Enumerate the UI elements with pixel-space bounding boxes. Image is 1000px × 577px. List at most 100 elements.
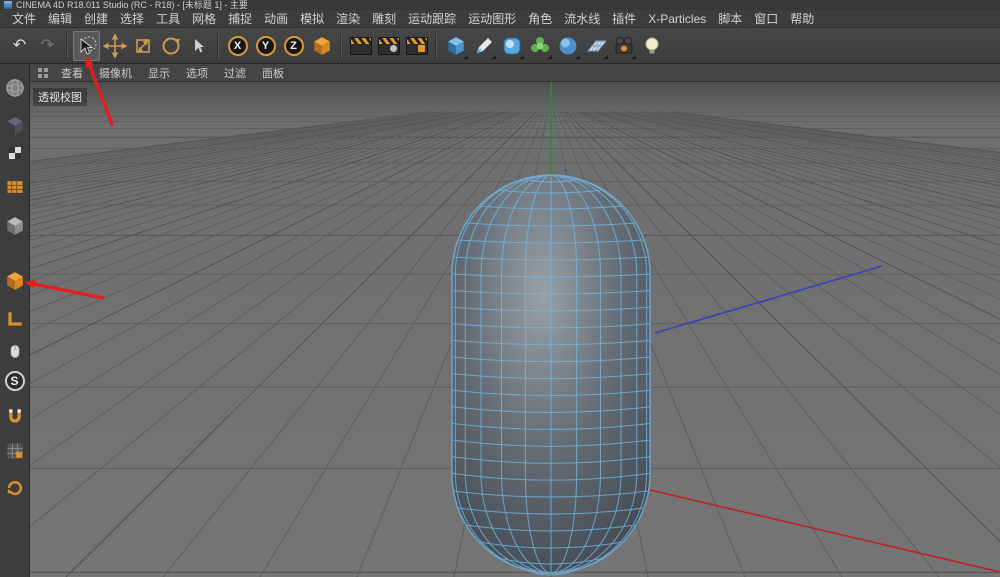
viewport-label[interactable]: 透视校图 [33,88,87,106]
menu-xparticles[interactable]: X-Particles [642,12,712,26]
workspace: S 查看 摄像机 显示 选项 过滤 面板 [0,64,1000,577]
spline-pen-icon [473,35,495,57]
window-title: CINEMA 4D R18.011 Studio (RC - R18) - [未… [16,0,248,10]
coordinate-system-button[interactable] [308,31,335,61]
menu-create[interactable]: 创建 [78,10,114,27]
vp-menu-filter[interactable]: 过滤 [217,65,253,81]
menu-character[interactable]: 角色 [522,10,558,27]
generator-icon [501,35,523,57]
move-icon [103,34,127,58]
vp-menu-panel[interactable]: 面板 [255,65,291,81]
lock-z-axis-button[interactable]: Z [280,31,307,61]
last-tool-button[interactable] [185,31,212,61]
y-axis-icon: Y [256,36,276,56]
toolbar-separator [217,33,219,59]
sidebar-model-cube-button[interactable] [2,113,27,138]
toolbar-separator [435,33,437,59]
live-selection-button[interactable] [73,31,100,61]
gray-cube-icon [5,216,25,236]
dynamics-button[interactable] [554,31,581,61]
vp-menu-options[interactable]: 选项 [179,65,215,81]
main-toolbar: ↶ ↷ X Y Z [0,28,1000,64]
redo-icon: ↷ [41,38,54,54]
menu-window[interactable]: 窗口 [748,10,784,27]
sidebar-globe-button[interactable] [2,75,27,100]
menu-edit[interactable]: 编辑 [42,10,78,27]
viewport-column: 查看 摄像机 显示 选项 过滤 面板 [30,64,1000,577]
menu-file[interactable]: 文件 [6,10,42,27]
vp-menu-view[interactable]: 查看 [54,65,90,81]
z-axis-icon: Z [284,36,304,56]
lock-y-axis-button[interactable]: Y [252,31,279,61]
render-view-button[interactable] [347,31,374,61]
menu-sculpt[interactable]: 雕刻 [366,10,402,27]
sidebar-ruler-button[interactable] [2,306,27,331]
x-axis-icon: X [228,36,248,56]
menu-select[interactable]: 选择 [114,10,150,27]
render-picture-viewer-icon [378,37,400,55]
left-toolbar: S [0,64,30,577]
lock-x-axis-button[interactable]: X [224,31,251,61]
menu-motion-tracker[interactable]: 运动跟踪 [402,10,462,27]
menu-snap[interactable]: 捕捉 [222,10,258,27]
menu-mograph[interactable]: 运动图形 [462,10,522,27]
menu-mesh[interactable]: 网格 [186,10,222,27]
sidebar-object-cube-button[interactable] [2,213,27,238]
move-tool-button[interactable] [101,31,128,61]
viewport-menubar: 查看 摄像机 显示 选项 过滤 面板 [30,64,1000,82]
orange-cube-icon [5,271,25,291]
rotate-orange-icon [5,478,25,498]
camera-button[interactable] [610,31,637,61]
camera-icon [612,35,636,57]
mograph-icon [529,35,551,57]
menu-tools[interactable]: 工具 [150,10,186,27]
s-badge-icon: S [5,371,25,391]
x-axis-line [650,490,1000,572]
rotate-icon [159,34,183,58]
menu-animate[interactable]: 动画 [258,10,294,27]
titlebar: CINEMA 4D R18.011 Studio (RC - R18) - [未… [0,0,1000,10]
rotate-tool-button[interactable] [157,31,184,61]
menu-pipeline[interactable]: 流水线 [558,10,606,27]
undo-icon: ↶ [13,38,26,54]
sidebar-texture-grid-button[interactable] [2,174,27,199]
sidebar-render-flag-button[interactable] [2,140,27,165]
mouse-icon [5,341,25,361]
light-button[interactable] [638,31,665,61]
sidebar-snap-button[interactable]: S [2,368,27,393]
sidebar-workplane-lock-button[interactable] [2,438,27,463]
sidebar-rotate-workplane-button[interactable] [2,475,27,500]
scale-tool-button[interactable] [129,31,156,61]
lock-grid-icon [5,441,25,461]
floor-grid-icon [584,35,608,57]
undo-button[interactable]: ↶ [6,31,33,61]
render-picture-viewer-button[interactable] [375,31,402,61]
app-icon [4,1,12,9]
floor-button[interactable] [582,31,609,61]
globe-grid-icon [4,77,26,99]
menu-plugins[interactable]: 插件 [606,10,642,27]
light-bulb-icon [641,35,663,57]
render-settings-button[interactable] [403,31,430,61]
primitive-cube-button[interactable] [442,31,469,61]
sidebar-magnet-button[interactable] [2,403,27,428]
vp-menu-display[interactable]: 显示 [141,65,177,81]
sidebar-orange-cube-button[interactable] [2,268,27,293]
redo-button[interactable]: ↷ [34,31,61,61]
viewport-canvas[interactable] [30,82,1000,577]
spline-pen-button[interactable] [470,31,497,61]
render-view-icon [350,37,372,55]
menu-simulate[interactable]: 模拟 [294,10,330,27]
viewport-menu-grid-button[interactable] [34,67,52,79]
viewport-3d[interactable]: 透视校图 [30,82,1000,577]
grid-dots-icon [37,67,49,79]
generator-button[interactable] [498,31,525,61]
primitive-cube-icon [446,36,466,56]
vp-menu-cameras[interactable]: 摄像机 [92,65,139,81]
menu-script[interactable]: 脚本 [712,10,748,27]
mograph-button[interactable] [526,31,553,61]
menu-help[interactable]: 帮助 [784,10,820,27]
sidebar-mouse-button[interactable] [2,338,27,363]
menu-render[interactable]: 渲染 [330,10,366,27]
coordinate-cube-icon [312,36,332,56]
